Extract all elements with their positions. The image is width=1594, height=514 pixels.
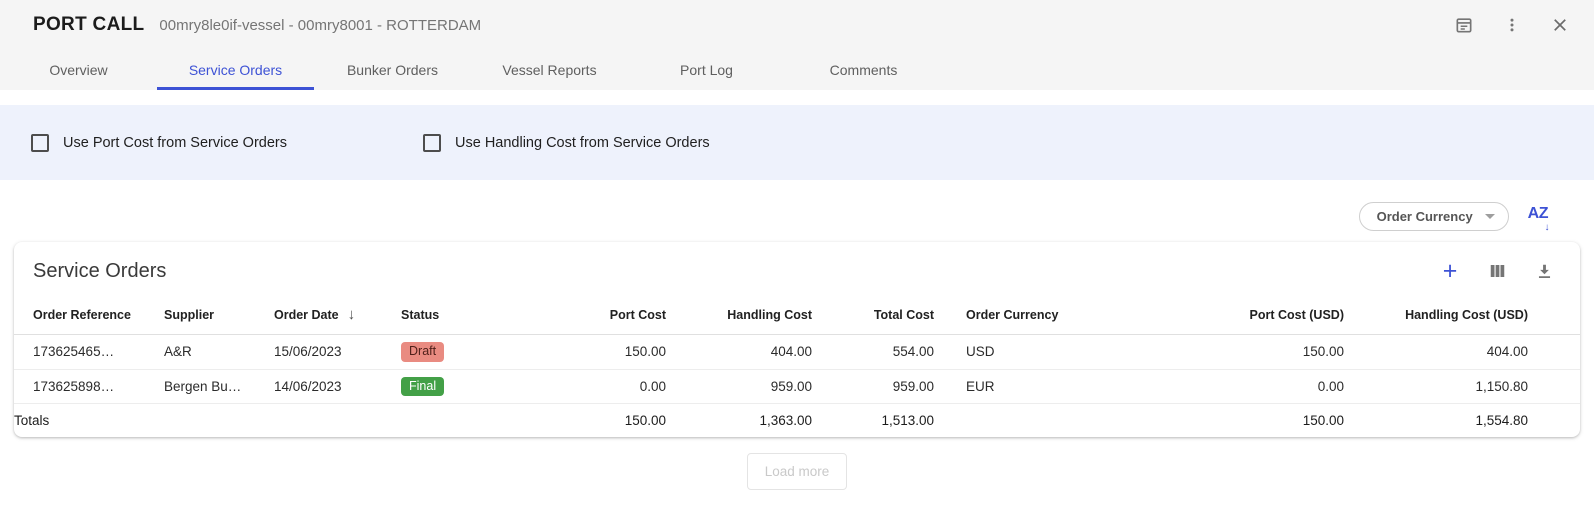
- totals-label: Totals: [14, 404, 164, 438]
- cell-order-currency: EUR: [934, 369, 1114, 404]
- service-orders-card-header: Service Orders +: [14, 242, 1580, 296]
- cell-handling-cost: 404.00: [666, 335, 812, 370]
- cell-handling-cost: 959.00: [666, 369, 812, 404]
- close-icon[interactable]: [1548, 13, 1572, 37]
- column-header-total-cost[interactable]: Total Cost: [812, 296, 934, 335]
- totals-handling-cost-usd: 1,554.80: [1344, 404, 1528, 438]
- download-icon[interactable]: [1532, 259, 1556, 283]
- cell-order-date: 14/06/2023: [274, 369, 401, 404]
- cell-port-cost: 150.00: [528, 335, 666, 370]
- column-header-port-cost[interactable]: Port Cost: [528, 296, 666, 335]
- cost-options-band: Use Port Cost from Service Orders Use Ha…: [0, 105, 1594, 180]
- totals-handling-cost: 1,363.00: [666, 404, 812, 438]
- tab-bar: Overview Service Orders Bunker Orders Ve…: [0, 49, 1594, 90]
- sort-desc-arrow-icon: ↓: [348, 306, 356, 323]
- cell-supplier: A&R: [164, 335, 274, 370]
- service-orders-table: Order Reference Supplier Order Date↓ Sta…: [14, 296, 1580, 437]
- cell-status: Draft: [401, 335, 528, 370]
- cell-order-reference[interactable]: 173625465…: [14, 335, 164, 370]
- totals-port-cost-usd: 150.00: [1114, 404, 1344, 438]
- service-orders-title: Service Orders: [33, 260, 166, 283]
- column-header-status[interactable]: Status: [401, 296, 528, 335]
- cell-total-cost: 959.00: [812, 369, 934, 404]
- group-by-dropdown-label: Order Currency: [1377, 209, 1473, 224]
- cell-order-reference[interactable]: 173625898…: [14, 369, 164, 404]
- tab-overview[interactable]: Overview: [0, 49, 157, 90]
- tab-bunker-orders[interactable]: Bunker Orders: [314, 49, 471, 90]
- group-by-dropdown[interactable]: Order Currency: [1359, 202, 1509, 231]
- column-header-order-reference[interactable]: Order Reference: [14, 296, 164, 335]
- cell-supplier: Bergen Bu…: [164, 369, 274, 404]
- tab-port-log[interactable]: Port Log: [628, 49, 785, 90]
- column-header-handling-cost[interactable]: Handling Cost: [666, 296, 812, 335]
- cell-order-date: 15/06/2023: [274, 335, 401, 370]
- chevron-down-icon: [1485, 214, 1495, 219]
- service-orders-actions: +: [1438, 259, 1556, 283]
- totals-port-cost: 150.00: [528, 404, 666, 438]
- totals-total-cost-usd: 1,704.80: [1528, 404, 1580, 438]
- pagination-area: Load more: [0, 453, 1594, 490]
- column-header-order-currency[interactable]: Order Currency: [934, 296, 1114, 335]
- cell-order-currency: USD: [934, 335, 1114, 370]
- column-header-handling-cost-usd[interactable]: Handling Cost (USD): [1344, 296, 1528, 335]
- column-header-total-cost-usd[interactable]: Total Cost (USD): [1528, 296, 1580, 335]
- service-orders-card: Service Orders +: [14, 242, 1580, 437]
- column-header-supplier[interactable]: Supplier: [164, 296, 274, 335]
- calendar-icon[interactable]: [1452, 13, 1476, 37]
- status-badge: Draft: [401, 342, 444, 362]
- table-toolbar: Order Currency AZ: [0, 201, 1550, 231]
- cell-total-cost-usd: 1,150.80: [1528, 369, 1580, 404]
- use-port-cost-checkbox[interactable]: [31, 134, 49, 152]
- cell-total-cost: 554.00: [812, 335, 934, 370]
- load-more-button[interactable]: Load more: [747, 453, 848, 490]
- use-handling-cost-checkbox[interactable]: [423, 134, 441, 152]
- cell-total-cost-usd: 554.00: [1528, 335, 1580, 370]
- use-port-cost-checkbox-group[interactable]: Use Port Cost from Service Orders: [31, 134, 287, 152]
- use-handling-cost-checkbox-group[interactable]: Use Handling Cost from Service Orders: [423, 134, 710, 152]
- totals-order-currency: [934, 404, 1114, 438]
- cell-handling-cost-usd: 404.00: [1344, 335, 1528, 370]
- use-handling-cost-label: Use Handling Cost from Service Orders: [455, 135, 710, 151]
- page-subtitle: 00mry8le0if-vessel - 00mry8001 - ROTTERD…: [159, 17, 481, 34]
- header-title-row: PORT CALL 00mry8le0if-vessel - 00mry8001…: [0, 0, 1594, 49]
- cell-port-cost-usd: 150.00: [1114, 335, 1344, 370]
- table-row[interactable]: 173625465… A&R 15/06/2023 Draft 150.00 4…: [14, 335, 1580, 370]
- cell-port-cost: 0.00: [528, 369, 666, 404]
- column-header-order-date[interactable]: Order Date↓: [274, 296, 401, 335]
- sort-alpha-icon[interactable]: AZ: [1526, 205, 1550, 227]
- table-header-row: Order Reference Supplier Order Date↓ Sta…: [14, 296, 1580, 335]
- kebab-menu-icon[interactable]: [1500, 13, 1524, 37]
- column-header-port-cost-usd[interactable]: Port Cost (USD): [1114, 296, 1344, 335]
- plus-icon: +: [1443, 261, 1458, 281]
- add-service-order-button[interactable]: +: [1438, 259, 1462, 283]
- table-row[interactable]: 173625898… Bergen Bu… 14/06/2023 Final 0…: [14, 369, 1580, 404]
- port-call-header: PORT CALL 00mry8le0if-vessel - 00mry8001…: [0, 0, 1594, 90]
- use-port-cost-label: Use Port Cost from Service Orders: [63, 135, 287, 151]
- status-badge: Final: [401, 377, 444, 397]
- columns-icon[interactable]: [1485, 259, 1509, 283]
- page-title: PORT CALL: [33, 14, 144, 36]
- cell-handling-cost-usd: 1,150.80: [1344, 369, 1528, 404]
- tab-comments[interactable]: Comments: [785, 49, 942, 90]
- header-actions: [1452, 13, 1572, 37]
- cell-port-cost-usd: 0.00: [1114, 369, 1344, 404]
- totals-row: Totals 150.00 1,363.00 1,513.00 150.00 1…: [14, 404, 1580, 438]
- tab-service-orders[interactable]: Service Orders: [157, 49, 314, 90]
- cell-status: Final: [401, 369, 528, 404]
- tab-vessel-reports[interactable]: Vessel Reports: [471, 49, 628, 90]
- totals-total-cost: 1,513.00: [812, 404, 934, 438]
